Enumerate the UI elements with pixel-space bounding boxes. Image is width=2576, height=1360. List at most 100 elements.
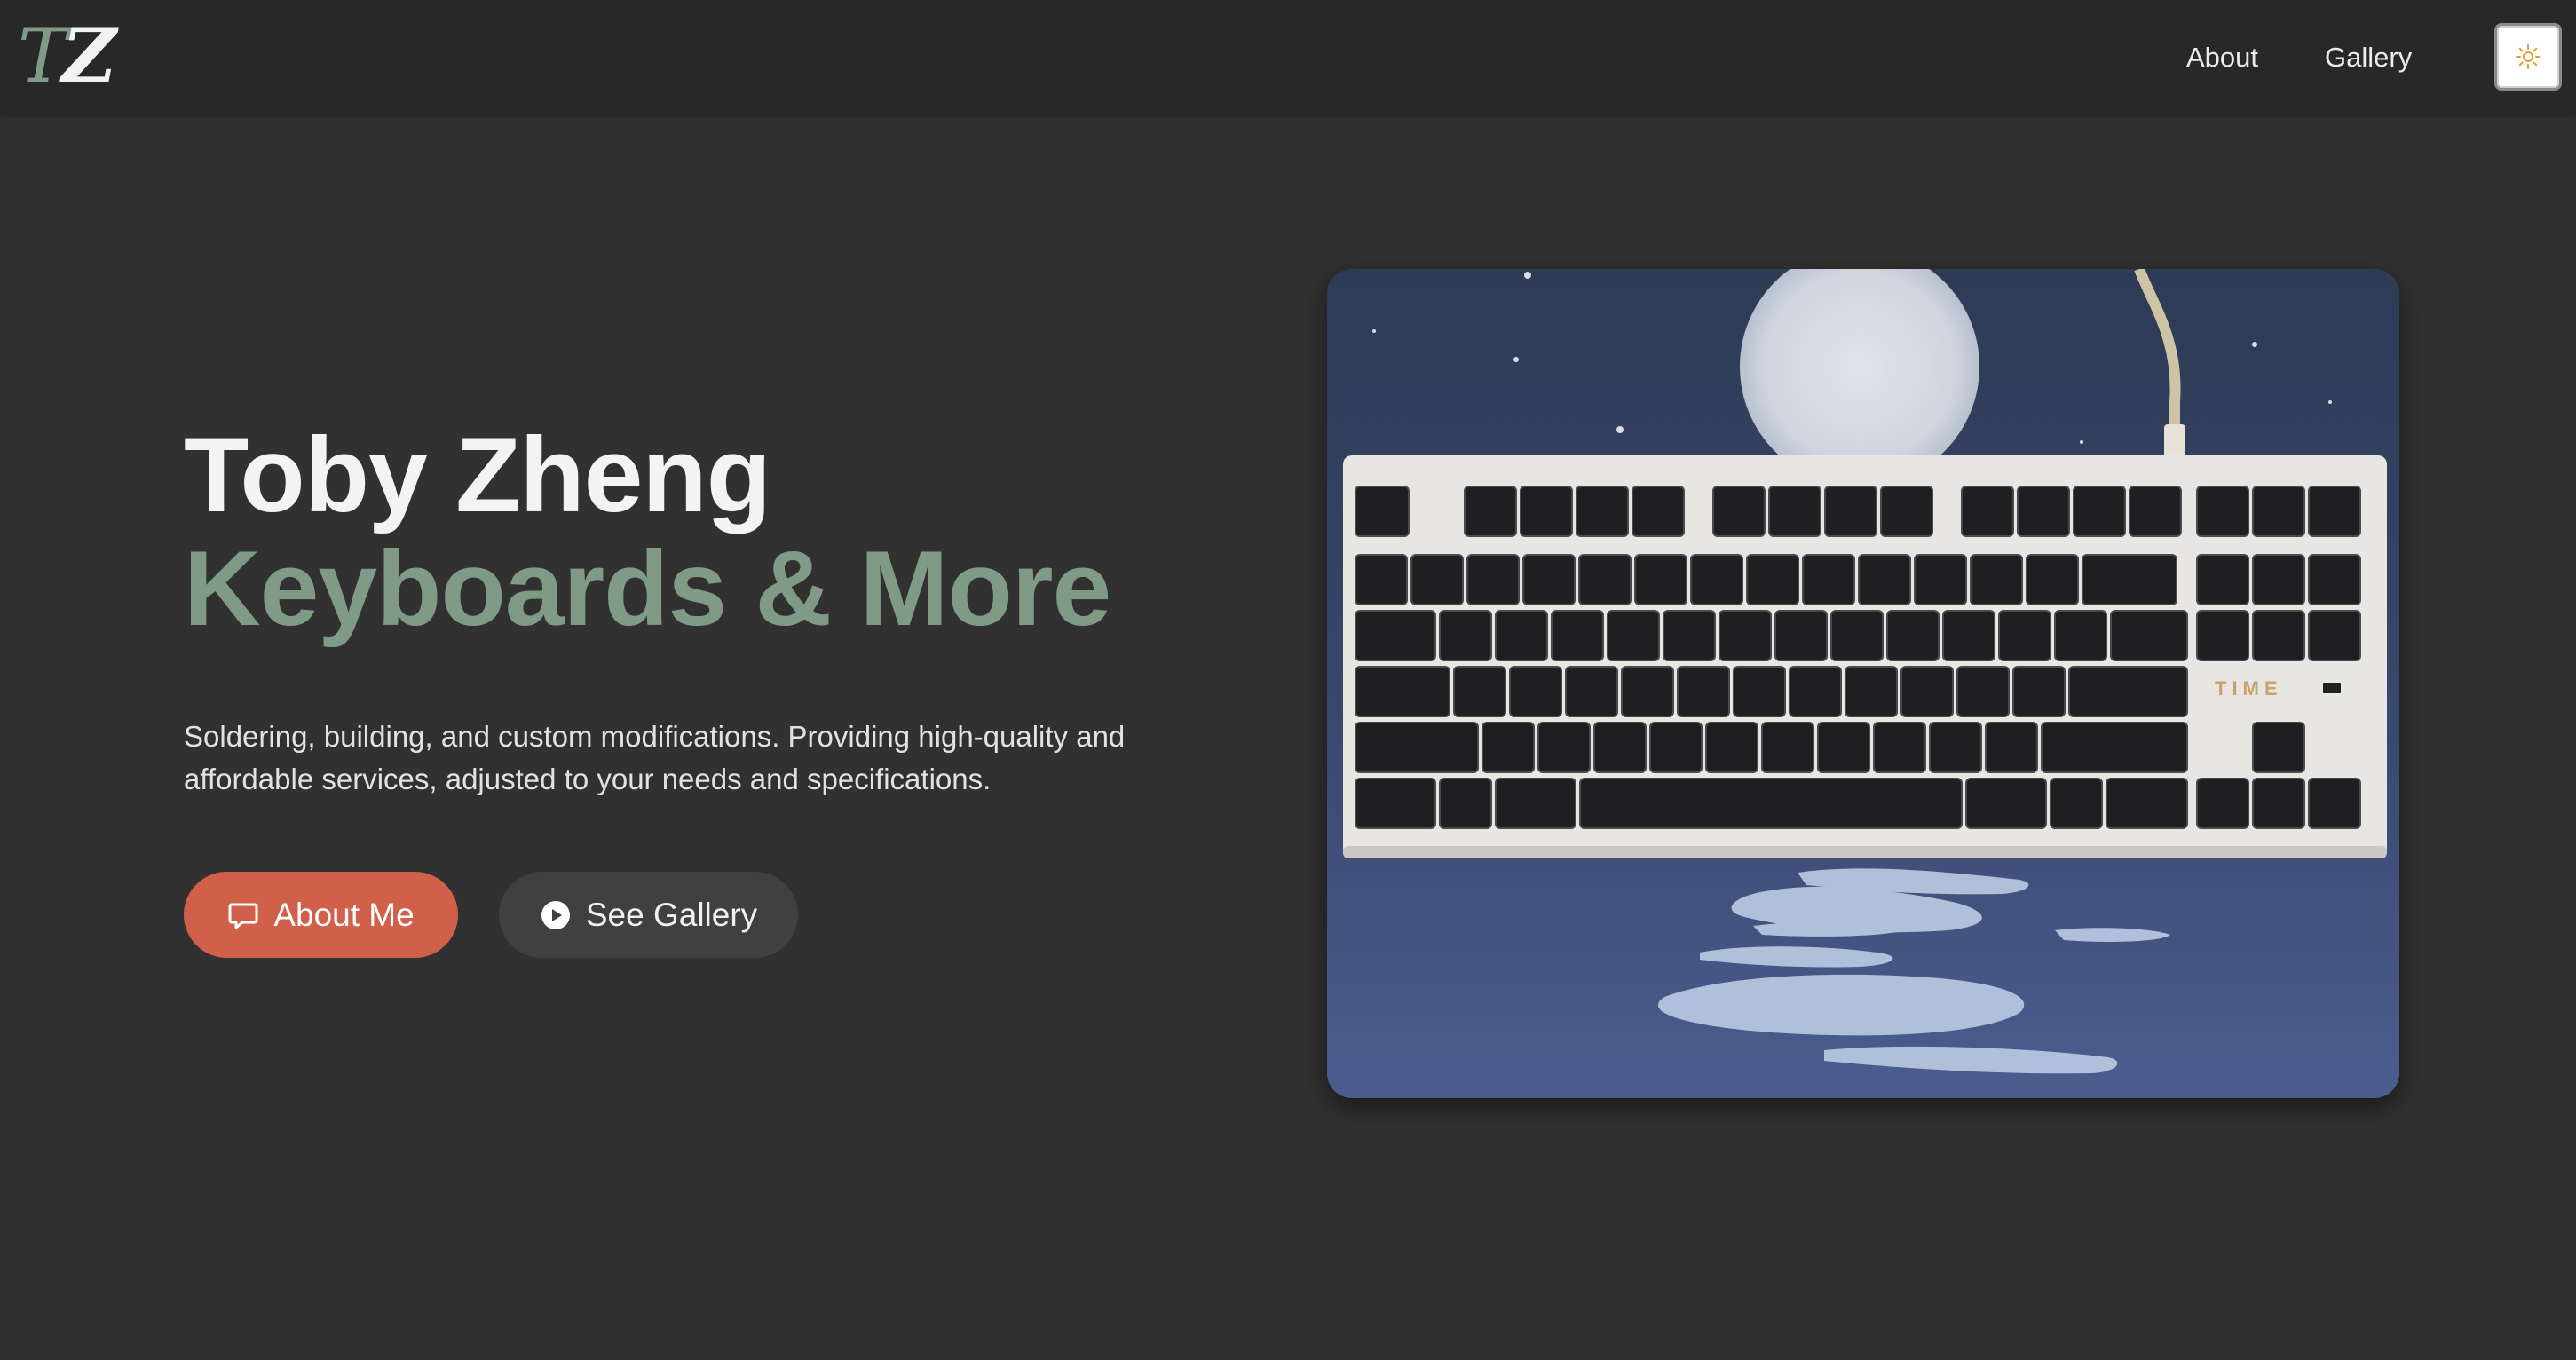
keycap bbox=[1607, 610, 1660, 661]
keycap bbox=[2054, 610, 2107, 661]
keycap bbox=[1522, 554, 1576, 605]
keycap bbox=[1410, 554, 1464, 605]
keycap bbox=[1712, 486, 1766, 537]
keycap bbox=[1464, 486, 1517, 537]
keycap bbox=[1914, 554, 1967, 605]
keycap bbox=[1768, 486, 1821, 537]
keycap bbox=[2252, 554, 2305, 605]
keycap bbox=[2106, 778, 2188, 829]
keycap bbox=[1802, 554, 1855, 605]
keycap bbox=[1578, 554, 1632, 605]
keycap bbox=[1565, 666, 1618, 717]
logo-letter-t: T bbox=[18, 12, 68, 99]
keycap bbox=[2308, 486, 2361, 537]
hero-description-line2: affordable services, adjusted to your ne… bbox=[184, 763, 992, 795]
keycap bbox=[2196, 778, 2249, 829]
keycap bbox=[1789, 666, 1842, 717]
keycap bbox=[2252, 610, 2305, 661]
keycap bbox=[1632, 486, 1685, 537]
keycap bbox=[1537, 722, 1591, 773]
keycap bbox=[1956, 666, 2010, 717]
keycap bbox=[1719, 610, 1772, 661]
top-navbar: TZ About Gallery bbox=[0, 0, 2576, 115]
keyboard-brand-text: TIME bbox=[2215, 677, 2283, 700]
keycap bbox=[1705, 722, 1758, 773]
keycap bbox=[2041, 722, 2188, 773]
keycap bbox=[2252, 722, 2305, 773]
keycap bbox=[1761, 722, 1814, 773]
keycap bbox=[1830, 610, 1884, 661]
keycap bbox=[2082, 554, 2177, 605]
chat-bubble-icon bbox=[228, 903, 258, 929]
keycap bbox=[1965, 778, 2047, 829]
keycap bbox=[1551, 610, 1604, 661]
keycap bbox=[1733, 666, 1786, 717]
keycap bbox=[2026, 554, 2079, 605]
keycap bbox=[1929, 722, 1982, 773]
keycap bbox=[1576, 486, 1629, 537]
keycap bbox=[2196, 486, 2249, 537]
site-logo[interactable]: TZ bbox=[18, 16, 116, 97]
keycap bbox=[1886, 610, 1940, 661]
keycap bbox=[1579, 778, 1963, 829]
keycap bbox=[1985, 722, 2038, 773]
keycap bbox=[2110, 610, 2188, 661]
keycap bbox=[1774, 610, 1828, 661]
keycap bbox=[2068, 666, 2188, 717]
keycap bbox=[1355, 778, 1436, 829]
sun-icon bbox=[2516, 44, 2540, 69]
keycap bbox=[2308, 554, 2361, 605]
keycap bbox=[2073, 486, 2126, 537]
see-gallery-button[interactable]: See Gallery bbox=[499, 872, 798, 958]
keycap bbox=[1961, 486, 2014, 537]
nav-link-gallery[interactable]: Gallery bbox=[2325, 36, 2412, 80]
keycap bbox=[1355, 666, 1450, 717]
keycap bbox=[2050, 778, 2103, 829]
keycap bbox=[2252, 486, 2305, 537]
keycap bbox=[1495, 610, 1548, 661]
keycap bbox=[1355, 486, 1410, 537]
keycap bbox=[1509, 666, 1562, 717]
nav-link-about[interactable]: About bbox=[2186, 36, 2258, 80]
keycap bbox=[2308, 610, 2361, 661]
keycap bbox=[1970, 554, 2023, 605]
about-me-button-label: About Me bbox=[273, 896, 415, 933]
keycap bbox=[1880, 486, 1933, 537]
keycap bbox=[1998, 610, 2051, 661]
keycap bbox=[2012, 666, 2066, 717]
keycap bbox=[1677, 666, 1730, 717]
keycap bbox=[1439, 778, 1492, 829]
hero-description: Soldering, building, and custom modifica… bbox=[184, 716, 1302, 801]
about-me-button[interactable]: About Me bbox=[184, 872, 458, 958]
keycap bbox=[1621, 666, 1674, 717]
keycap bbox=[1824, 486, 1877, 537]
keycap bbox=[1900, 666, 1954, 717]
keycap bbox=[1663, 610, 1716, 661]
keycap bbox=[2129, 486, 2182, 537]
hero-description-line1: Soldering, building, and custom modifica… bbox=[184, 720, 1126, 753]
keycap bbox=[1355, 610, 1436, 661]
keycap bbox=[1495, 778, 1576, 829]
keycap bbox=[2196, 610, 2249, 661]
keyboard-photo: TIME bbox=[1327, 269, 2399, 1098]
keycap bbox=[1690, 554, 1743, 605]
keycap bbox=[1466, 554, 1520, 605]
theme-toggle-button[interactable] bbox=[2494, 23, 2562, 91]
logo-letter-z: Z bbox=[62, 12, 117, 99]
keycap bbox=[1453, 666, 1506, 717]
keyboard-illustration: TIME bbox=[1327, 269, 2399, 1098]
keycap bbox=[1593, 722, 1647, 773]
play-circle-icon bbox=[541, 900, 570, 929]
hero-tagline: Keyboards & More bbox=[184, 529, 1111, 648]
keycap bbox=[2308, 778, 2361, 829]
keycap bbox=[2196, 554, 2249, 605]
keycap bbox=[1942, 610, 1995, 661]
hero-name: Toby Zheng bbox=[184, 415, 771, 534]
keycap bbox=[1873, 722, 1926, 773]
keycap bbox=[1355, 554, 1408, 605]
see-gallery-button-label: See Gallery bbox=[585, 896, 758, 933]
keycap bbox=[2252, 778, 2305, 829]
keycap bbox=[1845, 666, 1898, 717]
keycap bbox=[1439, 610, 1492, 661]
keycap bbox=[1858, 554, 1911, 605]
